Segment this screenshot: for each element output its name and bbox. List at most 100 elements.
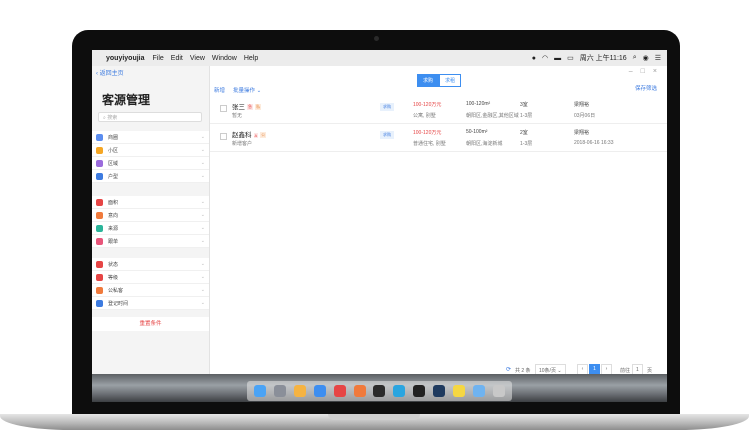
add-button[interactable]: 新增 xyxy=(214,86,225,94)
tag-badge: 私 xyxy=(255,104,261,111)
chevron-down-icon: ⌄ xyxy=(200,225,205,231)
menu-list-icon[interactable]: ☰ xyxy=(655,54,661,62)
terminal-icon[interactable] xyxy=(413,385,426,397)
table-row[interactable]: 张三急私 暂无 求购 100-120万元 公寓, 别墅 100-120m² 朝阳… xyxy=(210,96,667,124)
qq-tray-icon[interactable]: ● xyxy=(532,55,536,62)
batch-button[interactable]: 批量操作 ⌄ xyxy=(233,86,261,94)
floors: 1-3层 xyxy=(520,141,533,147)
page-suffix: 页 xyxy=(647,368,653,374)
customer-name: 赵鑫科 A 公 xyxy=(232,129,267,139)
trash-icon[interactable] xyxy=(493,385,506,397)
sidebar-item-label: 面积 xyxy=(108,199,119,206)
photoshop-icon[interactable] xyxy=(433,385,446,397)
battery-icon[interactable]: ▭ xyxy=(567,54,574,62)
flag-icon[interactable]: ▬ xyxy=(554,55,561,62)
price-range: 100-120万元 xyxy=(413,102,442,108)
close-button[interactable]: × xyxy=(653,68,657,75)
customer-note: 新增客户 xyxy=(232,141,253,147)
tab-rent[interactable]: 求租 xyxy=(439,74,462,87)
notes-icon[interactable] xyxy=(453,385,466,397)
status-icon xyxy=(96,260,103,268)
menu-edit[interactable]: Edit xyxy=(171,55,183,62)
skype-icon[interactable] xyxy=(393,385,406,397)
property-type: 公寓, 别墅 xyxy=(413,113,436,119)
launchpad-icon[interactable] xyxy=(273,385,286,397)
sidebar-title: 客源管理 xyxy=(102,93,151,107)
date: 2018-06-16 16:33 xyxy=(574,140,614,146)
qq-icon[interactable] xyxy=(373,385,386,397)
sidebar-item-label: 公私客 xyxy=(108,287,124,294)
sidebar-item-customer[interactable]: 公私客 ⌄ xyxy=(92,284,209,297)
intent-icon xyxy=(96,211,103,219)
minimize-button[interactable]: – xyxy=(629,68,633,75)
sidebar-item-label: 户型 xyxy=(108,173,119,180)
sidebar-item-label: 跟单 xyxy=(108,238,119,245)
toolbar: 新增 批量操作 ⌄ xyxy=(214,86,261,94)
rooms: 3室 xyxy=(520,102,528,108)
sidebar-item-label: 状态 xyxy=(108,261,119,268)
source-icon xyxy=(96,224,103,232)
sidebar-item-area[interactable]: 区域 ⌄ xyxy=(92,157,209,170)
sidebar-item-label: 等级 xyxy=(108,274,119,281)
sidebar-item-status[interactable]: 状态 ⌄ xyxy=(92,258,209,271)
date: 03月06日 xyxy=(574,113,596,119)
location-icon xyxy=(96,133,103,141)
row-checkbox[interactable] xyxy=(220,105,227,112)
menu-window[interactable]: Window xyxy=(212,55,237,62)
type-badge: 求购 xyxy=(380,131,394,139)
menubar: youyiyoujia File Edit View Window Help ●… xyxy=(92,50,667,66)
sidebar-item-source[interactable]: 来源 ⌄ xyxy=(92,222,209,235)
sidebar-item-time[interactable]: 登记时间 ⌄ xyxy=(92,297,209,310)
clock[interactable]: 周六 上午11:16 xyxy=(580,53,627,63)
maximize-button[interactable]: □ xyxy=(641,68,645,75)
main-panel: – □ × 求购 求租 新增 批量操作 ⌄ 保存筛选 张三急私 暂无 求购 10… xyxy=(210,66,667,377)
search-icon[interactable]: ⌕ xyxy=(633,54,637,62)
chevron-down-icon: ⌄ xyxy=(200,173,205,179)
firefox-icon[interactable] xyxy=(353,385,366,397)
back-link[interactable]: ‹ 返回主页 xyxy=(96,68,124,77)
sidebar-item-label: 商圈 xyxy=(108,134,119,141)
tab-buy[interactable]: 求购 xyxy=(417,74,440,87)
base-notch xyxy=(328,414,420,420)
sidebar-item-location[interactable]: 商圈 ⌄ xyxy=(92,131,209,144)
row-checkbox[interactable] xyxy=(220,133,227,140)
table-row[interactable]: 赵鑫科 A 公 新增客户 求购 100-120万元 普通住宅, 别墅 50-100m… xyxy=(210,124,667,152)
sidebar-item-floorplan[interactable]: 户型 ⌄ xyxy=(92,170,209,183)
wifi-icon[interactable]: ◠ xyxy=(542,54,548,62)
chrome-icon[interactable] xyxy=(333,385,346,397)
siri-icon[interactable]: ◉ xyxy=(643,54,649,62)
chevron-down-icon: ⌄ xyxy=(200,287,205,293)
refresh-icon[interactable]: ⟳ xyxy=(506,366,511,373)
name-text: 赵鑫科 xyxy=(232,132,252,139)
customer-note: 暂无 xyxy=(232,113,243,119)
reset-button[interactable]: 重置条件 xyxy=(92,317,209,331)
sidebar-item-size[interactable]: 面积 ⌄ xyxy=(92,196,209,209)
safari-icon[interactable] xyxy=(313,385,326,397)
sidebar-item-label: 来源 xyxy=(108,225,119,232)
sidebar-item-follow[interactable]: 跟单 ⌄ xyxy=(92,235,209,248)
finder-icon[interactable] xyxy=(253,385,266,397)
save-filter-link[interactable]: 保存筛选 xyxy=(635,84,657,92)
app-window: ‹ 返回主页 客源管理 ⌕ 搜索 商圈 ⌄ 小区 ⌄ 区域 ⌄ 户型 ⌄ 面积 ⌄ 意向 ⌄… xyxy=(92,66,667,377)
type-badge: 求购 xyxy=(380,103,394,111)
search-input[interactable]: ⌕ 搜索 xyxy=(98,112,202,122)
photos-icon[interactable] xyxy=(293,385,306,397)
menu-help[interactable]: Help xyxy=(244,55,258,62)
sidebar-item-intent[interactable]: 意向 ⌄ xyxy=(92,209,209,222)
screen: youyiyoujia File Edit View Window Help ●… xyxy=(92,50,667,402)
filter-group-3: 状态 ⌄ 等级 ⌄ 公私客 ⌄ 登记时间 ⌄ xyxy=(92,258,209,310)
district: 朝阳区,金融区,其他区域 xyxy=(466,113,519,119)
menu-view[interactable]: View xyxy=(190,55,205,62)
folder-icon[interactable] xyxy=(473,385,486,397)
menu-file[interactable]: File xyxy=(153,55,164,62)
chevron-down-icon: ⌄ xyxy=(200,274,205,280)
chevron-down-icon: ⌄ xyxy=(200,261,205,267)
sidebar-item-community[interactable]: 小区 ⌄ xyxy=(92,144,209,157)
name-text: 张三 xyxy=(232,104,245,111)
sidebar-item-level[interactable]: 等级 ⌄ xyxy=(92,271,209,284)
window-controls: – □ × xyxy=(629,68,657,75)
size-icon xyxy=(96,198,103,206)
back-label: 返回主页 xyxy=(99,71,124,77)
app-name[interactable]: youyiyoujia xyxy=(106,55,145,62)
tag-badge: 公 xyxy=(260,132,267,139)
